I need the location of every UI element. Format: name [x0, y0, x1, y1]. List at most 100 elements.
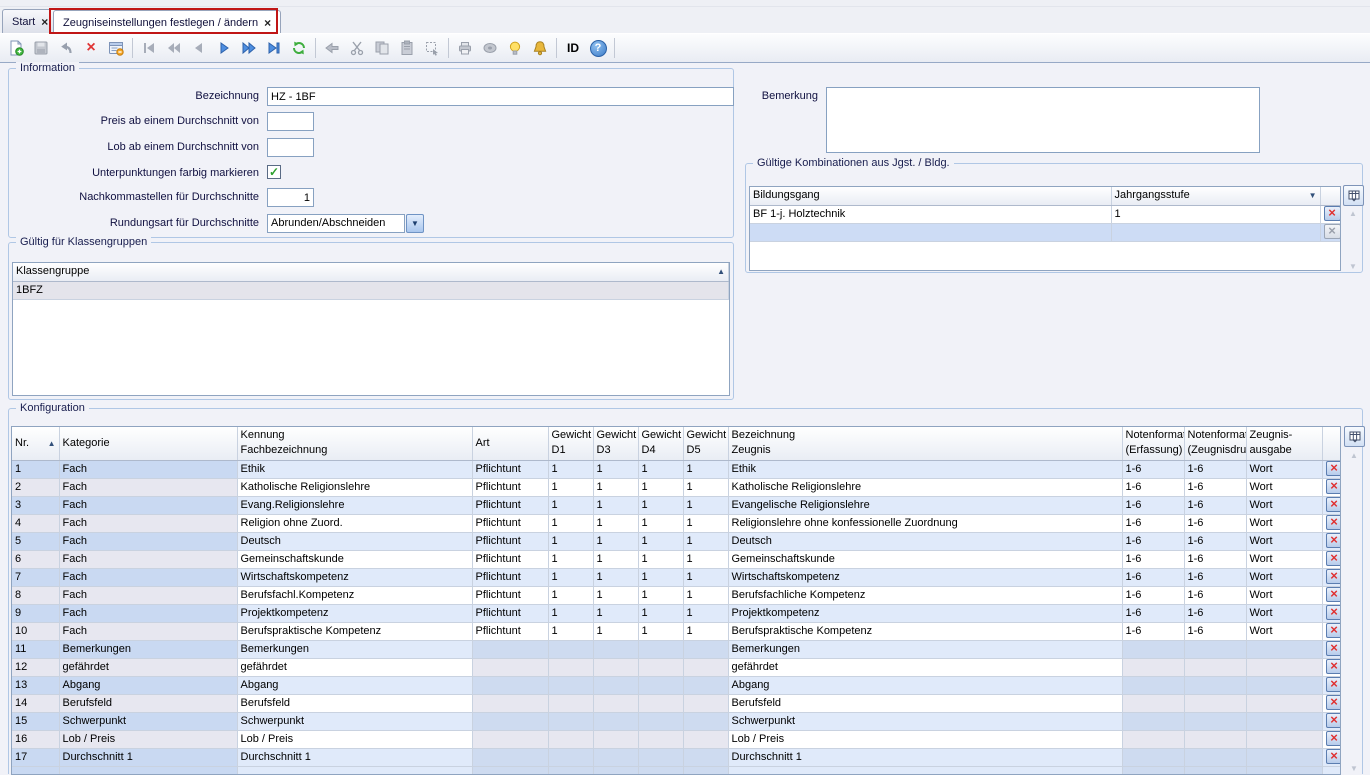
- cell-gewicht-d5[interactable]: [683, 694, 728, 712]
- cell-gewicht-d1[interactable]: [548, 730, 593, 748]
- cell-gewicht-d3[interactable]: 1: [593, 550, 638, 568]
- cell-gewicht-d5[interactable]: [683, 640, 728, 658]
- cell-kennung[interactable]: Ethik: [237, 460, 472, 478]
- filter-dropdown-icon[interactable]: ▼: [1309, 187, 1317, 204]
- cell-zeugnisausgabe[interactable]: Wort: [1246, 586, 1322, 604]
- tab-start[interactable]: Start ×: [2, 9, 58, 33]
- cell-gewicht-d1[interactable]: [548, 748, 593, 766]
- cell-gewicht-d1[interactable]: 1: [548, 550, 593, 568]
- cell-bezeichnung-zeugnis[interactable]: Katholische Religionslehre: [728, 478, 1122, 496]
- cell-gewicht-d1[interactable]: [548, 712, 593, 730]
- sort-ascending-icon[interactable]: ▲: [717, 263, 725, 280]
- cell-zeugnisausgabe[interactable]: Wort: [1246, 496, 1322, 514]
- cell-bezeichnung-zeugnis[interactable]: Bemerkungen: [728, 640, 1122, 658]
- cell-zeugnisausgabe[interactable]: [1246, 694, 1322, 712]
- cell-notenformat-erfassung[interactable]: [1122, 694, 1184, 712]
- cell-art[interactable]: Pflichtunt: [472, 604, 548, 622]
- cell-kennung[interactable]: Deutsch: [237, 532, 472, 550]
- cell-bezeichnung-zeugnis[interactable]: Berufspraktische Kompetenz: [728, 622, 1122, 640]
- cell-gewicht-d1[interactable]: 1: [548, 496, 593, 514]
- bemerkung-textarea[interactable]: [826, 87, 1260, 153]
- column-header-bezeichnung-zeugnis[interactable]: BezeichnungZeugnis: [728, 427, 1122, 460]
- cell-gewicht-d1[interactable]: 1: [548, 586, 593, 604]
- cell-art[interactable]: [472, 694, 548, 712]
- cell-gewicht-d3[interactable]: 1: [593, 496, 638, 514]
- cell-gewicht-d5[interactable]: [683, 658, 728, 676]
- delete-row-button[interactable]: ×: [1326, 587, 1341, 602]
- cell-art[interactable]: [472, 748, 548, 766]
- cell-kennung[interactable]: Berufspraktische Kompetenz: [237, 622, 472, 640]
- delete-row-button[interactable]: ×: [1324, 206, 1341, 221]
- column-header-notenformat-erfassung[interactable]: Notenformat(Erfassung): [1122, 427, 1184, 460]
- cell-gewicht-d5[interactable]: 1: [683, 622, 728, 640]
- cell-kennung[interactable]: Evang.Religionslehre: [237, 496, 472, 514]
- cell-art[interactable]: Pflichtunt: [472, 568, 548, 586]
- delete-row-button[interactable]: ×: [1326, 713, 1341, 728]
- bezeichnung-input[interactable]: [267, 87, 734, 106]
- cell-gewicht-d3[interactable]: 1: [593, 622, 638, 640]
- cell-art[interactable]: Pflichtunt: [472, 460, 548, 478]
- cell-art[interactable]: Pflichtunt: [472, 496, 548, 514]
- cell-gewicht-d3[interactable]: 1: [593, 514, 638, 532]
- cell-notenformat-zeugnisdruck[interactable]: [1184, 730, 1246, 748]
- cell-zeugnisausgabe[interactable]: Wort: [1246, 604, 1322, 622]
- nachkommastellen-input[interactable]: [267, 188, 314, 207]
- delete-row-button[interactable]: ×: [1326, 533, 1341, 548]
- konfiguration-row[interactable]: 10 Fach Berufspraktische Kompetenz Pflic…: [12, 622, 1340, 640]
- delete-row-button[interactable]: ×: [1326, 641, 1341, 656]
- cell-notenformat-erfassung[interactable]: [1122, 712, 1184, 730]
- cell-kennung[interactable]: Lob / Preis: [237, 730, 472, 748]
- cell-kennung[interactable]: Berufsfeld: [237, 694, 472, 712]
- konfiguration-row[interactable]: 9 Fach Projektkompetenz Pflichtunt 1 1 1…: [12, 604, 1340, 622]
- cell-bezeichnung-zeugnis[interactable]: Berufsfachliche Kompetenz: [728, 586, 1122, 604]
- cell-bezeichnung-zeugnis[interactable]: gefährdet: [728, 658, 1122, 676]
- unterpunktungen-checkbox[interactable]: ✓: [267, 165, 281, 179]
- konfiguration-row[interactable]: 7 Fach Wirtschaftskompetenz Pflichtunt 1…: [12, 568, 1340, 586]
- column-header-gewicht-d1[interactable]: GewichtD1: [548, 427, 593, 460]
- cell-gewicht-d1[interactable]: [548, 640, 593, 658]
- cell-gewicht-d1[interactable]: [548, 658, 593, 676]
- dropdown-button[interactable]: ▼: [406, 214, 424, 233]
- cell-notenformat-zeugnisdruck[interactable]: 1-6: [1184, 532, 1246, 550]
- delete-row-button[interactable]: ×: [1326, 515, 1341, 530]
- delete-row-button[interactable]: ×: [1326, 749, 1341, 764]
- cell-zeugnisausgabe[interactable]: [1246, 658, 1322, 676]
- konfiguration-row[interactable]: 11 Bemerkungen Bemerkungen Bemerkungen: [12, 640, 1340, 658]
- konfiguration-row[interactable]: 3 Fach Evang.Religionslehre Pflichtunt 1…: [12, 496, 1340, 514]
- cell-gewicht-d4[interactable]: [638, 712, 683, 730]
- cell-gewicht-d5[interactable]: 1: [683, 514, 728, 532]
- cell-gewicht-d5[interactable]: 1: [683, 568, 728, 586]
- cell-bezeichnung-zeugnis[interactable]: Ethik: [728, 460, 1122, 478]
- cell-gewicht-d4[interactable]: [638, 658, 683, 676]
- cell-notenformat-zeugnisdruck[interactable]: 1-6: [1184, 496, 1246, 514]
- cell-art[interactable]: Pflichtunt: [472, 532, 548, 550]
- column-chooser-button[interactable]: [1343, 185, 1364, 206]
- cell-art[interactable]: Pflichtunt: [472, 622, 548, 640]
- cell-gewicht-d5[interactable]: 1: [683, 460, 728, 478]
- cell-gewicht-d1[interactable]: 1: [548, 622, 593, 640]
- cell-gewicht-d5[interactable]: 1: [683, 586, 728, 604]
- refresh-button[interactable]: [287, 36, 311, 60]
- cell-gewicht-d3[interactable]: [593, 694, 638, 712]
- cell-bezeichnung-zeugnis[interactable]: Durchschnitt 1: [728, 748, 1122, 766]
- cell-bezeichnung-zeugnis[interactable]: Evangelische Religionslehre: [728, 496, 1122, 514]
- cell-notenformat-zeugnisdruck[interactable]: 1-6: [1184, 514, 1246, 532]
- konfiguration-row[interactable]: 8 Fach Berufsfachl.Kompetenz Pflichtunt …: [12, 586, 1340, 604]
- column-header-art[interactable]: Art: [472, 427, 548, 460]
- delete-row-button[interactable]: ×: [1326, 731, 1341, 746]
- cell-gewicht-d4[interactable]: 1: [638, 532, 683, 550]
- konfiguration-row[interactable]: 2 Fach Katholische Religionslehre Pflich…: [12, 478, 1340, 496]
- cell-bezeichnung-zeugnis[interactable]: Deutsch: [728, 532, 1122, 550]
- kombination-row[interactable]: BF 1-j. Holztechnik 1 ×: [750, 205, 1340, 223]
- tab-close-icon[interactable]: ×: [264, 18, 271, 28]
- column-header-gewicht-d3[interactable]: GewichtD3: [593, 427, 638, 460]
- cell-gewicht-d4[interactable]: 1: [638, 604, 683, 622]
- cell-notenformat-erfassung[interactable]: [1122, 640, 1184, 658]
- cell-notenformat-erfassung[interactable]: 1-6: [1122, 550, 1184, 568]
- scroll-down-arrow[interactable]: ▼: [1344, 764, 1364, 773]
- cell-gewicht-d4[interactable]: 1: [638, 478, 683, 496]
- edit-form-button[interactable]: [104, 36, 128, 60]
- cell-gewicht-d3[interactable]: [593, 748, 638, 766]
- cell-gewicht-d1[interactable]: [548, 676, 593, 694]
- cell-notenformat-erfassung[interactable]: [1122, 748, 1184, 766]
